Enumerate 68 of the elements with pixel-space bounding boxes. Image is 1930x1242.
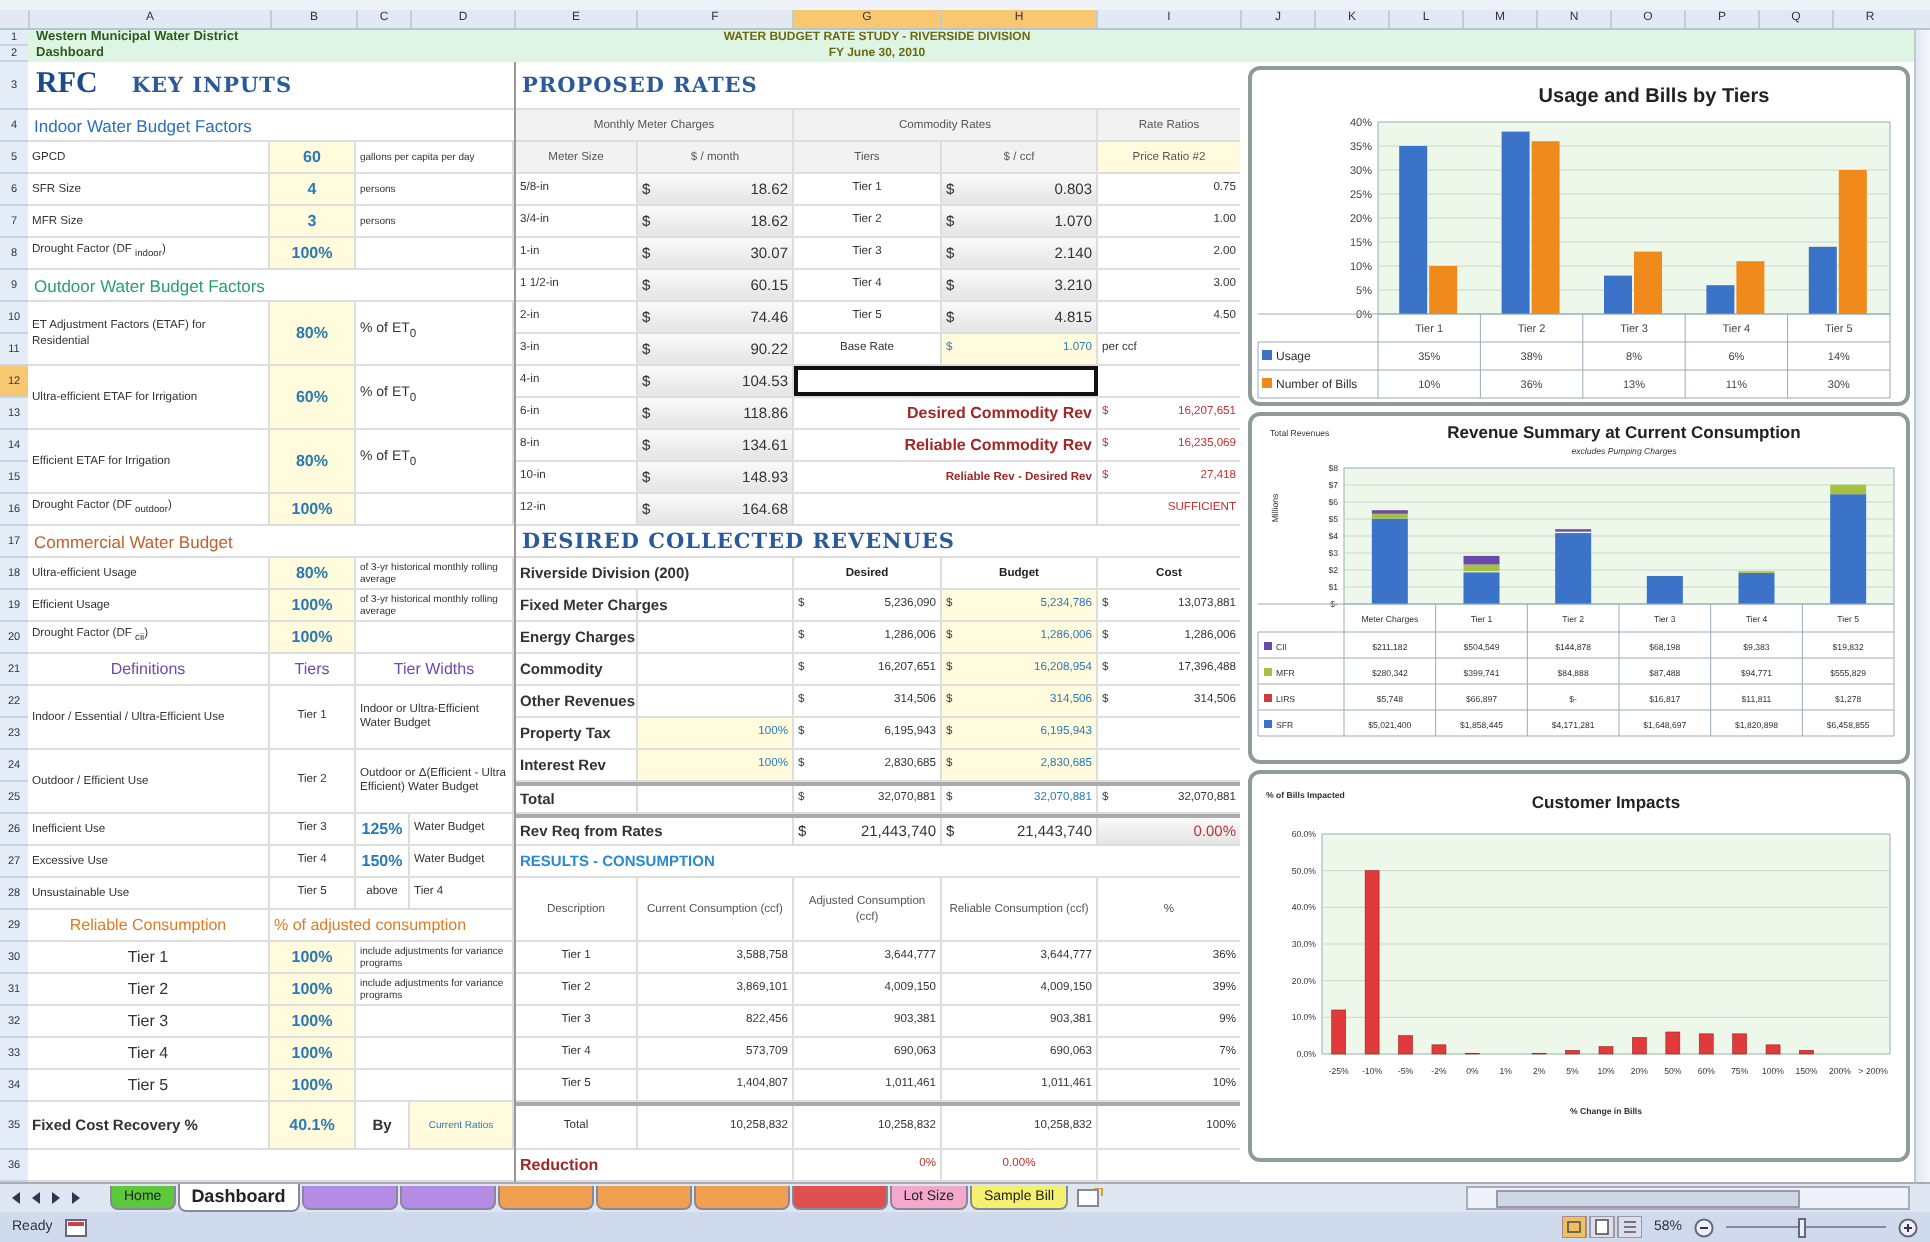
tier-width: 125% [361, 820, 403, 838]
column-heading: Tier Widths [393, 660, 475, 678]
input-value: 3 [307, 212, 317, 230]
chart-title: Customer Impacts [1531, 792, 1681, 812]
sheet-tab[interactable] [595, 1186, 692, 1210]
section-title: KEY INPUTS [129, 73, 293, 97]
input-value: 40.1% [289, 1116, 335, 1134]
check-label: Reliable Commodity Rev [904, 436, 1092, 454]
input-value: 100% [291, 1012, 333, 1030]
bar [1598, 1046, 1614, 1055]
tier-label: Tier 2 [127, 980, 169, 998]
input-value: 100% [291, 596, 333, 614]
bar [1732, 1033, 1747, 1055]
section-heading: Indoor Water Budget Factors [32, 115, 252, 135]
tier-label: Tier 1 [127, 948, 169, 966]
bar [1698, 1033, 1714, 1055]
chart-title: Usage and Bills by Tiers [1538, 86, 1770, 108]
bar [1765, 1044, 1781, 1055]
insert-sheet-icon[interactable] [1076, 1188, 1105, 1208]
column-heading: Tiers [294, 660, 330, 678]
section-title: DESIRED COLLECTED REVENUES [520, 529, 956, 553]
input-value: 60 [303, 148, 321, 166]
input-value: 100% [291, 1076, 333, 1094]
column-heading: Definitions [110, 660, 186, 678]
bar [1431, 1044, 1447, 1055]
section-heading: Commercial Water Budget [32, 531, 233, 551]
tier-label: Tier 5 [127, 1076, 169, 1094]
logo: RFC [36, 68, 98, 102]
bar [1398, 1035, 1413, 1055]
tier-label: Tier 4 [127, 1044, 169, 1062]
input-value: 4 [307, 180, 317, 198]
vertical-scrollbar[interactable] [1914, 30, 1930, 1182]
tier-label: Tier 3 [127, 1012, 169, 1030]
sheet-tab[interactable] [693, 1186, 790, 1210]
input-value: 100% [291, 244, 333, 262]
bar [1665, 1031, 1681, 1055]
sheet-tab[interactable] [399, 1186, 496, 1210]
horizontal-scrollbar[interactable] [1466, 1186, 1910, 1210]
bar [1331, 1009, 1346, 1055]
section-heading: Outdoor Water Budget Factors [32, 275, 265, 295]
selected-cell[interactable] [794, 366, 1098, 396]
sheet-tab[interactable] [301, 1186, 398, 1210]
tier-width: 150% [361, 852, 403, 870]
input-value: 80% [295, 564, 328, 582]
input-value: 100% [291, 500, 333, 518]
zoom-in-icon[interactable] [1898, 1217, 1918, 1237]
column-heading: Reliable Consumption [69, 916, 227, 934]
input-value: 100% [291, 1044, 333, 1062]
bar [1799, 1050, 1814, 1055]
input-value: 60% [295, 388, 328, 406]
sheet-tab[interactable] [791, 1186, 888, 1210]
input-value: 100% [291, 628, 333, 646]
bar [1632, 1037, 1647, 1055]
column-heading: % of adjusted consumption [274, 916, 467, 934]
input-value: 100% [291, 948, 333, 966]
chart-title: Revenue Summary at Current Consumption [1447, 422, 1801, 442]
input-value: 80% [295, 324, 328, 342]
reduction-label: Reduction [520, 1156, 599, 1174]
input-value: 80% [295, 452, 328, 470]
view-buttons-icon[interactable] [1561, 1216, 1642, 1238]
input-value: 100% [291, 980, 333, 998]
macro-record-icon[interactable] [64, 1217, 89, 1237]
sheet-tab[interactable] [497, 1186, 594, 1210]
section-title: PROPOSED RATES [520, 73, 758, 97]
check-label: Desired Commodity Rev [907, 404, 1092, 422]
bar [1565, 1050, 1580, 1055]
zoom-out-icon[interactable] [1694, 1217, 1714, 1237]
sheet-tab[interactable]: Dashboard [177, 1184, 300, 1212]
